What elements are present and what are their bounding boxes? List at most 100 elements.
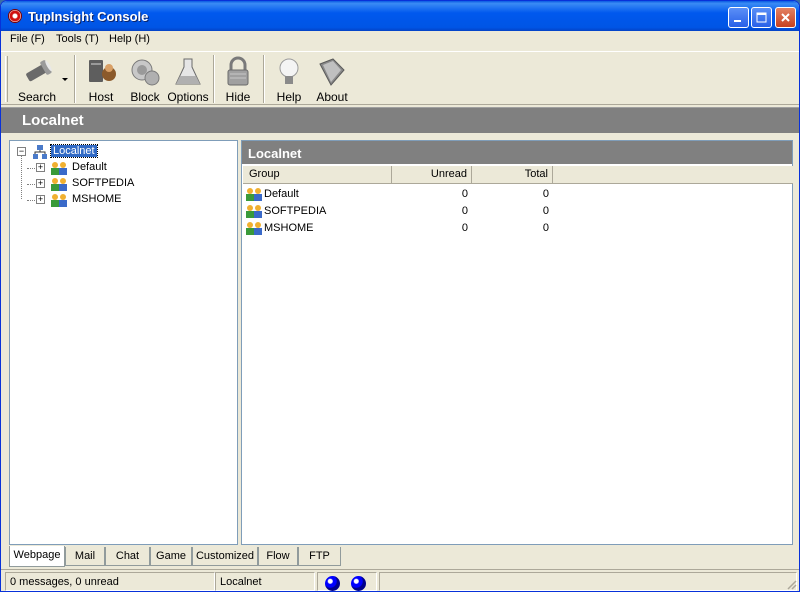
status-indicators bbox=[317, 572, 377, 591]
flashlight-icon bbox=[26, 60, 52, 82]
lightbulb-icon bbox=[279, 58, 299, 84]
group-icon bbox=[246, 188, 262, 201]
window-title: TupInsight Console bbox=[28, 9, 149, 24]
tab-ftp[interactable]: FTP bbox=[298, 547, 341, 566]
collapse-icon[interactable]: − bbox=[17, 147, 26, 156]
tab-mail[interactable]: Mail bbox=[65, 547, 105, 566]
row-total: 0 bbox=[542, 205, 549, 217]
column-header-total[interactable]: Total bbox=[472, 166, 553, 184]
expand-icon[interactable]: + bbox=[36, 179, 45, 188]
expand-icon[interactable]: + bbox=[36, 163, 45, 172]
group-icon bbox=[51, 178, 67, 191]
section-title: Localnet bbox=[22, 112, 84, 129]
help-label: Help bbox=[276, 90, 302, 104]
hide-label: Hide bbox=[225, 90, 251, 104]
group-list-pane: Localnet Group Unread Total Default 0 0 bbox=[241, 140, 793, 545]
search-label: Search bbox=[17, 90, 57, 104]
about-button[interactable]: About bbox=[312, 54, 352, 104]
tab-strip: Webpage Mail Chat Game Customized Flow F… bbox=[1, 546, 799, 568]
row-unread: 0 bbox=[461, 222, 468, 234]
row-unread: 0 bbox=[461, 188, 468, 200]
row-total: 0 bbox=[542, 222, 549, 234]
list-header-bar: Localnet bbox=[242, 141, 792, 165]
group-icon bbox=[246, 222, 262, 235]
search-button[interactable]: Search bbox=[13, 54, 61, 104]
list-item[interactable]: SOFTPEDIA 0 0 bbox=[244, 203, 792, 220]
network-tree[interactable]: − Localnet + Default + SOFTPEDIA + MSHOM… bbox=[9, 140, 238, 545]
flask-icon bbox=[175, 58, 201, 85]
block-icon bbox=[131, 59, 160, 86]
toolbar-separator bbox=[74, 55, 76, 103]
tree-label-mshome: MSHOME bbox=[72, 193, 122, 205]
column-header-group[interactable]: Group bbox=[243, 166, 392, 184]
tree-node-softpedia[interactable]: + SOFTPEDIA bbox=[15, 176, 225, 192]
tab-customized[interactable]: Customized bbox=[192, 547, 258, 566]
app-icon[interactable] bbox=[8, 9, 22, 23]
row-group-name: Default bbox=[264, 188, 299, 200]
hide-button[interactable]: Hide bbox=[218, 54, 258, 104]
toolbar-separator bbox=[213, 55, 215, 103]
help-button[interactable]: Help bbox=[269, 54, 309, 104]
block-label: Block bbox=[130, 90, 160, 104]
tree-line bbox=[27, 168, 35, 169]
list-item[interactable]: MSHOME 0 0 bbox=[244, 220, 792, 237]
tree-label-localnet: Localnet bbox=[50, 144, 98, 158]
tab-chat[interactable]: Chat bbox=[105, 547, 150, 566]
maximize-button[interactable] bbox=[751, 7, 772, 28]
status-network: Localnet bbox=[215, 572, 315, 591]
group-icon bbox=[51, 194, 67, 207]
list-item[interactable]: Default 0 0 bbox=[244, 186, 792, 203]
tree-node-root[interactable]: − Localnet bbox=[15, 144, 225, 160]
menu-help[interactable]: Help (H) bbox=[107, 33, 152, 45]
status-led-icon bbox=[325, 576, 340, 591]
tree-label-default: Default bbox=[72, 161, 107, 173]
menu-file[interactable]: File (F) bbox=[8, 33, 47, 45]
tree-node-default[interactable]: + Default bbox=[15, 160, 225, 176]
lock-icon bbox=[227, 56, 249, 86]
tree-line bbox=[27, 200, 35, 201]
tab-game[interactable]: Game bbox=[150, 547, 192, 566]
section-header: Localnet bbox=[1, 107, 799, 133]
column-label-unread: Unread bbox=[430, 168, 467, 180]
menu-bar: File (F) Tools (T) Help (H) bbox=[1, 31, 799, 50]
expand-icon[interactable]: + bbox=[36, 195, 45, 204]
group-icon bbox=[51, 162, 67, 175]
close-button[interactable] bbox=[775, 7, 796, 28]
toolbar-grip[interactable] bbox=[5, 56, 8, 102]
column-header-unread[interactable]: Unread bbox=[392, 166, 472, 184]
status-bar: 0 messages, 0 unread Localnet bbox=[1, 569, 799, 591]
host-button[interactable]: Host bbox=[81, 54, 121, 104]
network-icon bbox=[33, 145, 47, 159]
options-button[interactable]: Options bbox=[166, 54, 210, 104]
app-window: TupInsight Console File (F) Tools (T) He… bbox=[0, 0, 800, 592]
column-label-total: Total bbox=[524, 168, 548, 180]
status-messages: 0 messages, 0 unread bbox=[5, 572, 215, 591]
row-group-name: MSHOME bbox=[264, 222, 314, 234]
status-extra bbox=[379, 572, 797, 591]
status-led-icon bbox=[351, 576, 366, 591]
toolbar-separator bbox=[263, 55, 265, 103]
resize-grip-icon[interactable] bbox=[785, 578, 797, 590]
column-label-group: Group bbox=[249, 168, 280, 180]
tree-line bbox=[27, 184, 35, 185]
minimize-button[interactable] bbox=[728, 7, 749, 28]
tree-label-softpedia: SOFTPEDIA bbox=[72, 177, 135, 189]
about-label: About bbox=[316, 90, 348, 104]
host-label: Host bbox=[88, 90, 114, 104]
menu-tools[interactable]: Tools (T) bbox=[54, 33, 101, 45]
tab-flow[interactable]: Flow bbox=[258, 547, 298, 566]
column-header-filler bbox=[553, 166, 793, 184]
tab-webpage[interactable]: Webpage bbox=[9, 546, 65, 567]
row-group-name: SOFTPEDIA bbox=[264, 205, 327, 217]
host-icon bbox=[89, 60, 116, 82]
row-unread: 0 bbox=[461, 205, 468, 217]
close-icon bbox=[781, 13, 790, 22]
block-button[interactable]: Block bbox=[125, 54, 165, 104]
toolbar: Search Host Block Options Hide Help Abou… bbox=[1, 51, 799, 105]
chevron-down-icon[interactable] bbox=[62, 78, 68, 81]
title-bar[interactable]: TupInsight Console bbox=[1, 1, 799, 31]
tree-node-mshome[interactable]: + MSHOME bbox=[15, 192, 225, 208]
minimize-icon bbox=[734, 20, 741, 22]
group-icon bbox=[246, 205, 262, 218]
book-icon bbox=[319, 58, 345, 86]
